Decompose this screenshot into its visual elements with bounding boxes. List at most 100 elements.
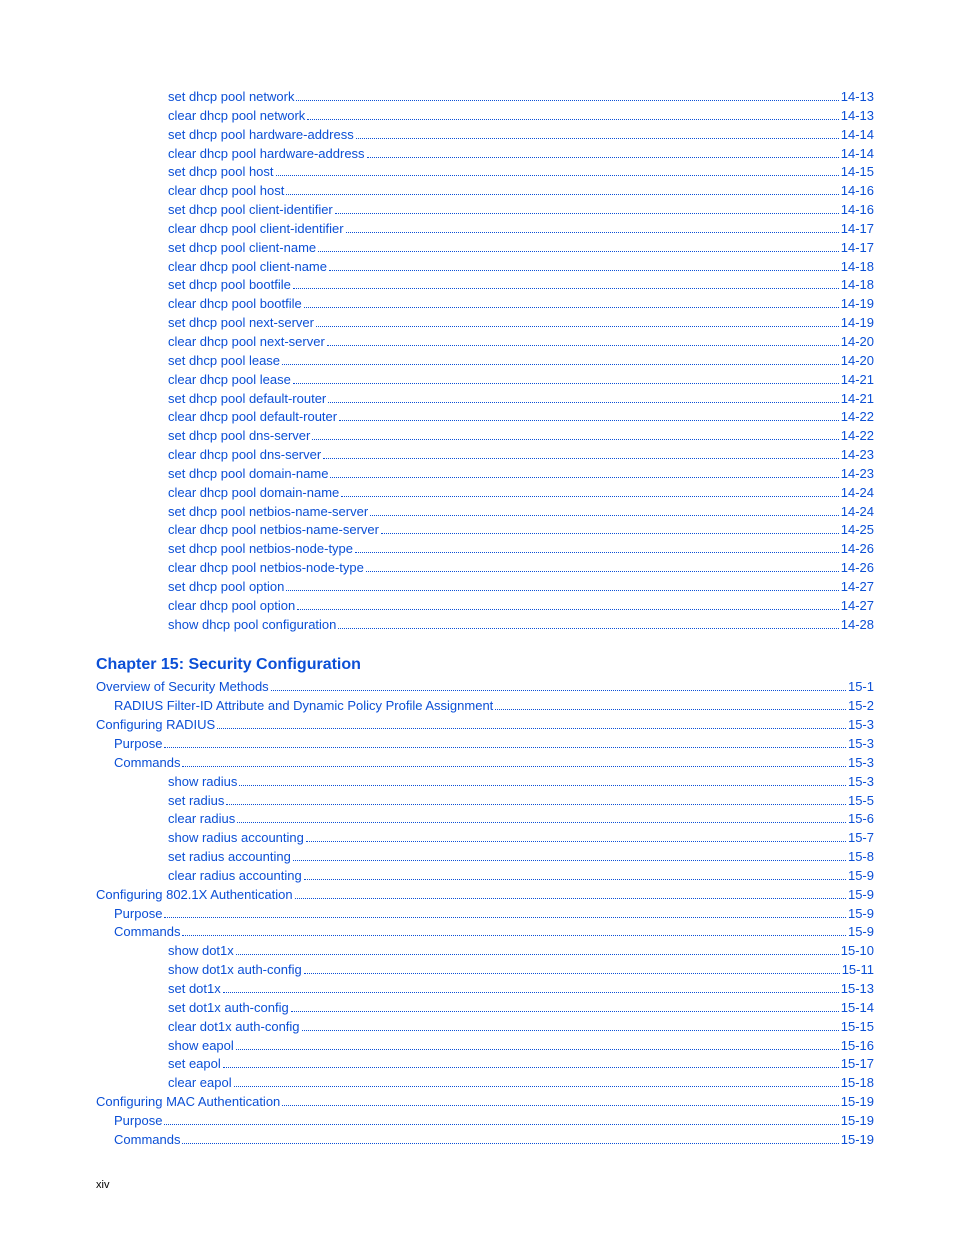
chapter-15-title: Chapter 15: Security Configuration xyxy=(96,656,874,674)
toc-entry[interactable]: set dhcp pool client-identifier14-16 xyxy=(168,201,874,220)
toc-entry[interactable]: clear dhcp pool lease14-21 xyxy=(168,371,874,390)
toc-leader-dots xyxy=(356,138,839,139)
toc-leader-dots xyxy=(237,822,846,823)
toc-entry[interactable]: set dhcp pool network14-13 xyxy=(168,88,874,107)
toc-entry-page: 15-16 xyxy=(841,1037,874,1056)
toc-entry[interactable]: clear radius15-6 xyxy=(168,810,874,829)
toc-entry[interactable]: clear dhcp pool dns-server14-23 xyxy=(168,446,874,465)
toc-entry-label: show dhcp pool configuration xyxy=(168,616,336,635)
toc-entry[interactable]: show radius15-3 xyxy=(168,773,874,792)
toc-entry-label: clear dhcp pool domain-name xyxy=(168,484,339,503)
toc-leader-dots xyxy=(341,496,838,497)
toc-entry[interactable]: Overview of Security Methods15-1 xyxy=(96,678,874,697)
toc-entry[interactable]: clear dhcp pool network14-13 xyxy=(168,107,874,126)
toc-leader-dots xyxy=(234,1086,839,1087)
toc-entry-page: 15-3 xyxy=(848,773,874,792)
document-page: set dhcp pool network14-13clear dhcp poo… xyxy=(0,0,954,1235)
toc-entry[interactable]: clear dhcp pool bootfile14-19 xyxy=(168,295,874,314)
toc-entry[interactable]: Purpose15-3 xyxy=(114,735,874,754)
toc-entry-page: 14-21 xyxy=(841,390,874,409)
toc-entry[interactable]: clear dhcp pool netbios-name-server 14-25 xyxy=(168,521,874,540)
toc-entry[interactable]: Configuring MAC Authentication15-19 xyxy=(96,1093,874,1112)
toc-entry-label: Configuring 802.1X Authentication xyxy=(96,886,293,905)
toc-leader-dots xyxy=(164,1124,838,1125)
toc-entry-page: 14-27 xyxy=(841,578,874,597)
toc-leader-dots xyxy=(367,157,839,158)
toc-entry[interactable]: Purpose15-19 xyxy=(114,1112,874,1131)
toc-entry[interactable]: Commands15-9 xyxy=(114,923,874,942)
toc-entry-label: clear dhcp pool default-router xyxy=(168,408,337,427)
toc-entry-page: 15-3 xyxy=(848,754,874,773)
toc-entry[interactable]: clear radius accounting15-9 xyxy=(168,867,874,886)
toc-entry[interactable]: set dot1x15-13 xyxy=(168,980,874,999)
toc-entry[interactable]: set radius accounting15-8 xyxy=(168,848,874,867)
toc-entry[interactable]: clear dhcp pool netbios-node-type14-26 xyxy=(168,559,874,578)
toc-entry[interactable]: set dhcp pool client-name14-17 xyxy=(168,239,874,258)
toc-leader-dots xyxy=(307,119,838,120)
toc-entry[interactable]: clear dhcp pool host14-16 xyxy=(168,182,874,201)
toc-entry[interactable]: clear dhcp pool default-router 14-22 xyxy=(168,408,874,427)
toc-entry[interactable]: clear dhcp pool domain-name14-24 xyxy=(168,484,874,503)
toc-entry[interactable]: set dhcp pool option14-27 xyxy=(168,578,874,597)
toc-entry[interactable]: show radius accounting15-7 xyxy=(168,829,874,848)
toc-entry[interactable]: clear dhcp pool client-identifier14-17 xyxy=(168,220,874,239)
toc-entry-label: RADIUS Filter-ID Attribute and Dynamic P… xyxy=(114,697,493,716)
toc-entry[interactable]: set dhcp pool host14-15 xyxy=(168,163,874,182)
toc-entry-page: 15-3 xyxy=(848,716,874,735)
toc-entry-label: set dhcp pool bootfile xyxy=(168,276,291,295)
toc-entry-label: show eapol xyxy=(168,1037,234,1056)
toc-entry-page: 15-1 xyxy=(848,678,874,697)
toc-entry-page: 14-25 xyxy=(841,521,874,540)
toc-entry[interactable]: set dhcp pool lease14-20 xyxy=(168,352,874,371)
toc-entry-page: 15-11 xyxy=(842,961,874,980)
toc-entry-label: set dhcp pool hardware-address xyxy=(168,126,354,145)
toc-leader-dots xyxy=(164,917,846,918)
toc-entry-label: show dot1x auth-config xyxy=(168,961,302,980)
toc-leader-dots xyxy=(236,954,839,955)
toc-entry[interactable]: clear dhcp pool option14-27 xyxy=(168,597,874,616)
toc-entry[interactable]: set eapol15-17 xyxy=(168,1055,874,1074)
toc-entry[interactable]: Commands15-3 xyxy=(114,754,874,773)
toc-entry-page: 14-22 xyxy=(841,408,874,427)
toc-entry[interactable]: RADIUS Filter-ID Attribute and Dynamic P… xyxy=(114,697,874,716)
toc-entry-label: Configuring MAC Authentication xyxy=(96,1093,280,1112)
toc-entry-page: 14-20 xyxy=(841,352,874,371)
toc-entry-label: clear dhcp pool netbios-name-server xyxy=(168,521,379,540)
toc-entry[interactable]: show dhcp pool configuration14-28 xyxy=(168,616,874,635)
toc-entry[interactable]: set dhcp pool default-router14-21 xyxy=(168,390,874,409)
toc-entry[interactable]: show eapol 15-16 xyxy=(168,1037,874,1056)
toc-entry-label: set dhcp pool next-server xyxy=(168,314,314,333)
toc-leader-dots xyxy=(328,402,838,403)
toc-entry[interactable]: Configuring RADIUS15-3 xyxy=(96,716,874,735)
toc-entry[interactable]: clear dhcp pool hardware-address14-14 xyxy=(168,145,874,164)
toc-leader-dots xyxy=(223,992,839,993)
toc-leader-dots xyxy=(286,194,838,195)
toc-entry[interactable]: set dhcp pool next-server14-19 xyxy=(168,314,874,333)
toc-entry[interactable]: set dhcp pool netbios-node-type14-26 xyxy=(168,540,874,559)
toc-entry[interactable]: show dot1x auth-config 15-11 xyxy=(168,961,874,980)
toc-entry-page: 14-13 xyxy=(841,107,874,126)
toc-entry[interactable]: Purpose15-9 xyxy=(114,905,874,924)
toc-entry[interactable]: set dhcp pool netbios-name-server14-24 xyxy=(168,503,874,522)
toc-entry-page: 15-19 xyxy=(841,1131,874,1150)
toc-entry[interactable]: set dhcp pool hardware-address14-14 xyxy=(168,126,874,145)
toc-leader-dots xyxy=(182,1143,838,1144)
toc-entry[interactable]: set dhcp pool domain-name14-23 xyxy=(168,465,874,484)
toc-entry[interactable]: set dhcp pool dns-server14-22 xyxy=(168,427,874,446)
toc-entry-page: 14-15 xyxy=(841,163,874,182)
toc-entry-page: 14-24 xyxy=(841,503,874,522)
toc-entry-page: 14-22 xyxy=(841,427,874,446)
toc-entry-label: clear dhcp pool hardware-address xyxy=(168,145,365,164)
toc-entry[interactable]: set radius15-5 xyxy=(168,792,874,811)
toc-entry[interactable]: clear dhcp pool client-name14-18 xyxy=(168,258,874,277)
toc-entry[interactable]: set dot1x auth-config15-14 xyxy=(168,999,874,1018)
page-number: xiv xyxy=(96,1179,109,1191)
toc-entry[interactable]: show dot1x15-10 xyxy=(168,942,874,961)
toc-entry-page: 15-9 xyxy=(848,905,874,924)
toc-entry[interactable]: clear dhcp pool next-server14-20 xyxy=(168,333,874,352)
toc-entry[interactable]: clear eapol15-18 xyxy=(168,1074,874,1093)
toc-entry[interactable]: Configuring 802.1X Authentication15-9 xyxy=(96,886,874,905)
toc-entry[interactable]: Commands15-19 xyxy=(114,1131,874,1150)
toc-entry[interactable]: clear dot1x auth-config15-15 xyxy=(168,1018,874,1037)
toc-entry[interactable]: set dhcp pool bootfile14-18 xyxy=(168,276,874,295)
